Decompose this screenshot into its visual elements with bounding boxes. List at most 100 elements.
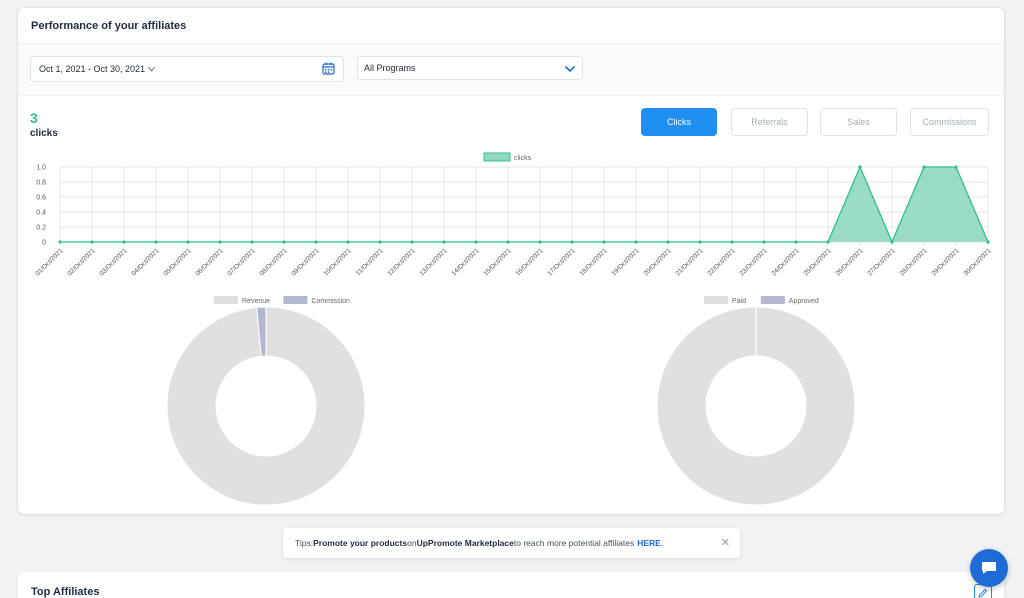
top-affiliates-card: Top Affiliates xyxy=(18,572,1004,598)
clicks-point xyxy=(666,240,670,244)
legend-label-paid: Paid xyxy=(732,298,746,305)
tab-referrals[interactable]: Referrals xyxy=(731,108,808,136)
tab-commissions[interactable]: Commissions xyxy=(910,108,989,136)
legend-label-clicks: clicks xyxy=(514,155,532,162)
tips-banner: Tips: Promote your products on UpPromote… xyxy=(283,528,740,558)
clicks-point xyxy=(858,165,862,169)
tab-sales[interactable]: Sales xyxy=(820,108,897,136)
date-range-picker[interactable]: Oct 1, 2021 - Oct 30, 2021 xyxy=(30,56,344,82)
x-tick-label: 01/Oct/2021 xyxy=(34,247,64,277)
x-tick-label: 17/Oct/2021 xyxy=(546,247,576,277)
x-tick-label: 29/Oct/2021 xyxy=(930,247,960,277)
clicks-point xyxy=(122,240,126,244)
x-tick-label: 15/Oct/2021 xyxy=(482,247,512,277)
clicks-point xyxy=(730,240,734,244)
legend-swatch-revenue xyxy=(214,296,238,304)
clicks-point xyxy=(698,240,702,244)
clicks-point xyxy=(506,240,510,244)
revenue-commission-donut-chart: Revenue Commission xyxy=(166,296,366,506)
x-tick-label: 16/Oct/2021 xyxy=(514,247,544,277)
tips-end: . xyxy=(660,538,664,548)
clicks-point xyxy=(58,240,62,244)
metric-value: 3 xyxy=(30,110,38,126)
legend-label-approved: Approved xyxy=(789,298,819,305)
clicks-point xyxy=(922,165,926,169)
clicks-point xyxy=(154,240,158,244)
legend-swatch-commission xyxy=(283,296,308,304)
donut-legend: Paid Approved xyxy=(704,296,819,305)
date-range-value: Oct 1, 2021 - Oct 30, 2021 xyxy=(39,64,146,74)
x-tick-label: 07/Oct/2021 xyxy=(226,247,256,277)
y-tick-label: 0 xyxy=(42,240,46,247)
legend-swatch-approved xyxy=(760,296,785,304)
legend-label-revenue: Revenue xyxy=(242,298,270,305)
donut-legend: Revenue Commission xyxy=(214,296,350,305)
x-tick-label: 26/Oct/2021 xyxy=(834,247,864,277)
y-tick-label: 0.2 xyxy=(36,225,46,232)
clicks-point xyxy=(410,240,414,244)
clicks-point xyxy=(282,240,286,244)
x-tick-label: 18/Oct/2021 xyxy=(578,247,608,277)
chat-button[interactable] xyxy=(970,549,1008,587)
tab-clicks[interactable]: Clicks xyxy=(641,108,717,136)
x-tick-label: 30/Oct/2021 xyxy=(962,247,992,277)
card-header: Performance of your affiliates xyxy=(18,8,1004,44)
x-tick-label: 13/Oct/2021 xyxy=(418,247,448,277)
caret-down-icon xyxy=(148,66,155,72)
tips-suffix: to reach more potential affiliates xyxy=(513,538,635,548)
clicks-point xyxy=(890,240,894,244)
clicks-point xyxy=(474,240,478,244)
clicks-point xyxy=(634,240,638,244)
clicks-point xyxy=(762,240,766,244)
clicks-point xyxy=(250,240,254,244)
x-tick-label: 21/Oct/2021 xyxy=(674,247,704,277)
clicks-point xyxy=(314,240,318,244)
x-tick-label: 03/Oct/2021 xyxy=(98,247,128,277)
x-tick-label: 19/Oct/2021 xyxy=(610,247,640,277)
metric-label: clicks xyxy=(30,128,58,139)
x-tick-label: 14/Oct/2021 xyxy=(450,247,480,277)
top-affiliates-title: Top Affiliates xyxy=(31,586,100,598)
x-tick-label: 25/Oct/2021 xyxy=(802,247,832,277)
clicks-point xyxy=(442,240,446,244)
x-tick-label: 02/Oct/2021 xyxy=(66,247,96,277)
x-tick-label: 10/Oct/2021 xyxy=(322,247,352,277)
legend-swatch-paid xyxy=(704,296,728,304)
x-tick-label: 28/Oct/2021 xyxy=(898,247,928,277)
y-tick-label: 0.6 xyxy=(36,195,46,202)
clicks-area-chart: clicks 0 0.2 0.4 0.6 0.8 1.0 01/Oct/2021 02/Oct/… xyxy=(34,152,993,277)
close-icon[interactable]: ✕ xyxy=(721,536,730,549)
y-tick-label: 0.4 xyxy=(36,210,46,217)
x-tick-label: 24/Oct/2021 xyxy=(770,247,800,277)
tips-prefix: Tips: xyxy=(295,538,314,548)
clicks-point xyxy=(378,240,382,244)
tips-here-link[interactable]: HERE xyxy=(637,538,661,548)
program-select[interactable]: All Programs xyxy=(357,56,583,80)
x-tick-label: 05/Oct/2021 xyxy=(162,247,192,277)
x-tick-label: 12/Oct/2021 xyxy=(386,247,416,277)
clicks-area xyxy=(60,167,988,242)
clicks-point xyxy=(570,240,574,244)
clicks-point xyxy=(794,240,798,244)
y-tick-label: 0.8 xyxy=(36,180,46,187)
calendar-icon[interactable] xyxy=(322,62,335,75)
edit-icon xyxy=(978,588,988,598)
clicks-point xyxy=(346,240,350,244)
x-tick-label: 04/Oct/2021 xyxy=(130,247,160,277)
chat-icon xyxy=(982,562,996,574)
page-title: Performance of your affiliates xyxy=(31,19,187,32)
tips-mid: on xyxy=(407,538,417,548)
y-tick-label: 1.0 xyxy=(36,165,46,172)
program-select-value: All Programs xyxy=(364,63,416,73)
clicks-point xyxy=(954,165,958,169)
clicks-point xyxy=(602,240,606,244)
filters-bar: Oct 1, 2021 - Oct 30, 2021 All Programs xyxy=(18,44,1004,96)
tips-bold-promote: Promote your products xyxy=(313,538,408,548)
performance-card: Performance of your affiliates Oct 1, 20… xyxy=(18,8,1004,514)
paid-approved-donut-chart: Paid Approved xyxy=(656,296,856,506)
x-tick-label: 27/Oct/2021 xyxy=(866,247,896,277)
legend-swatch-clicks xyxy=(483,152,511,162)
clicks-point xyxy=(90,240,94,244)
legend-label-commission: Commission xyxy=(311,298,350,305)
x-tick-label: 08/Oct/2021 xyxy=(258,247,288,277)
